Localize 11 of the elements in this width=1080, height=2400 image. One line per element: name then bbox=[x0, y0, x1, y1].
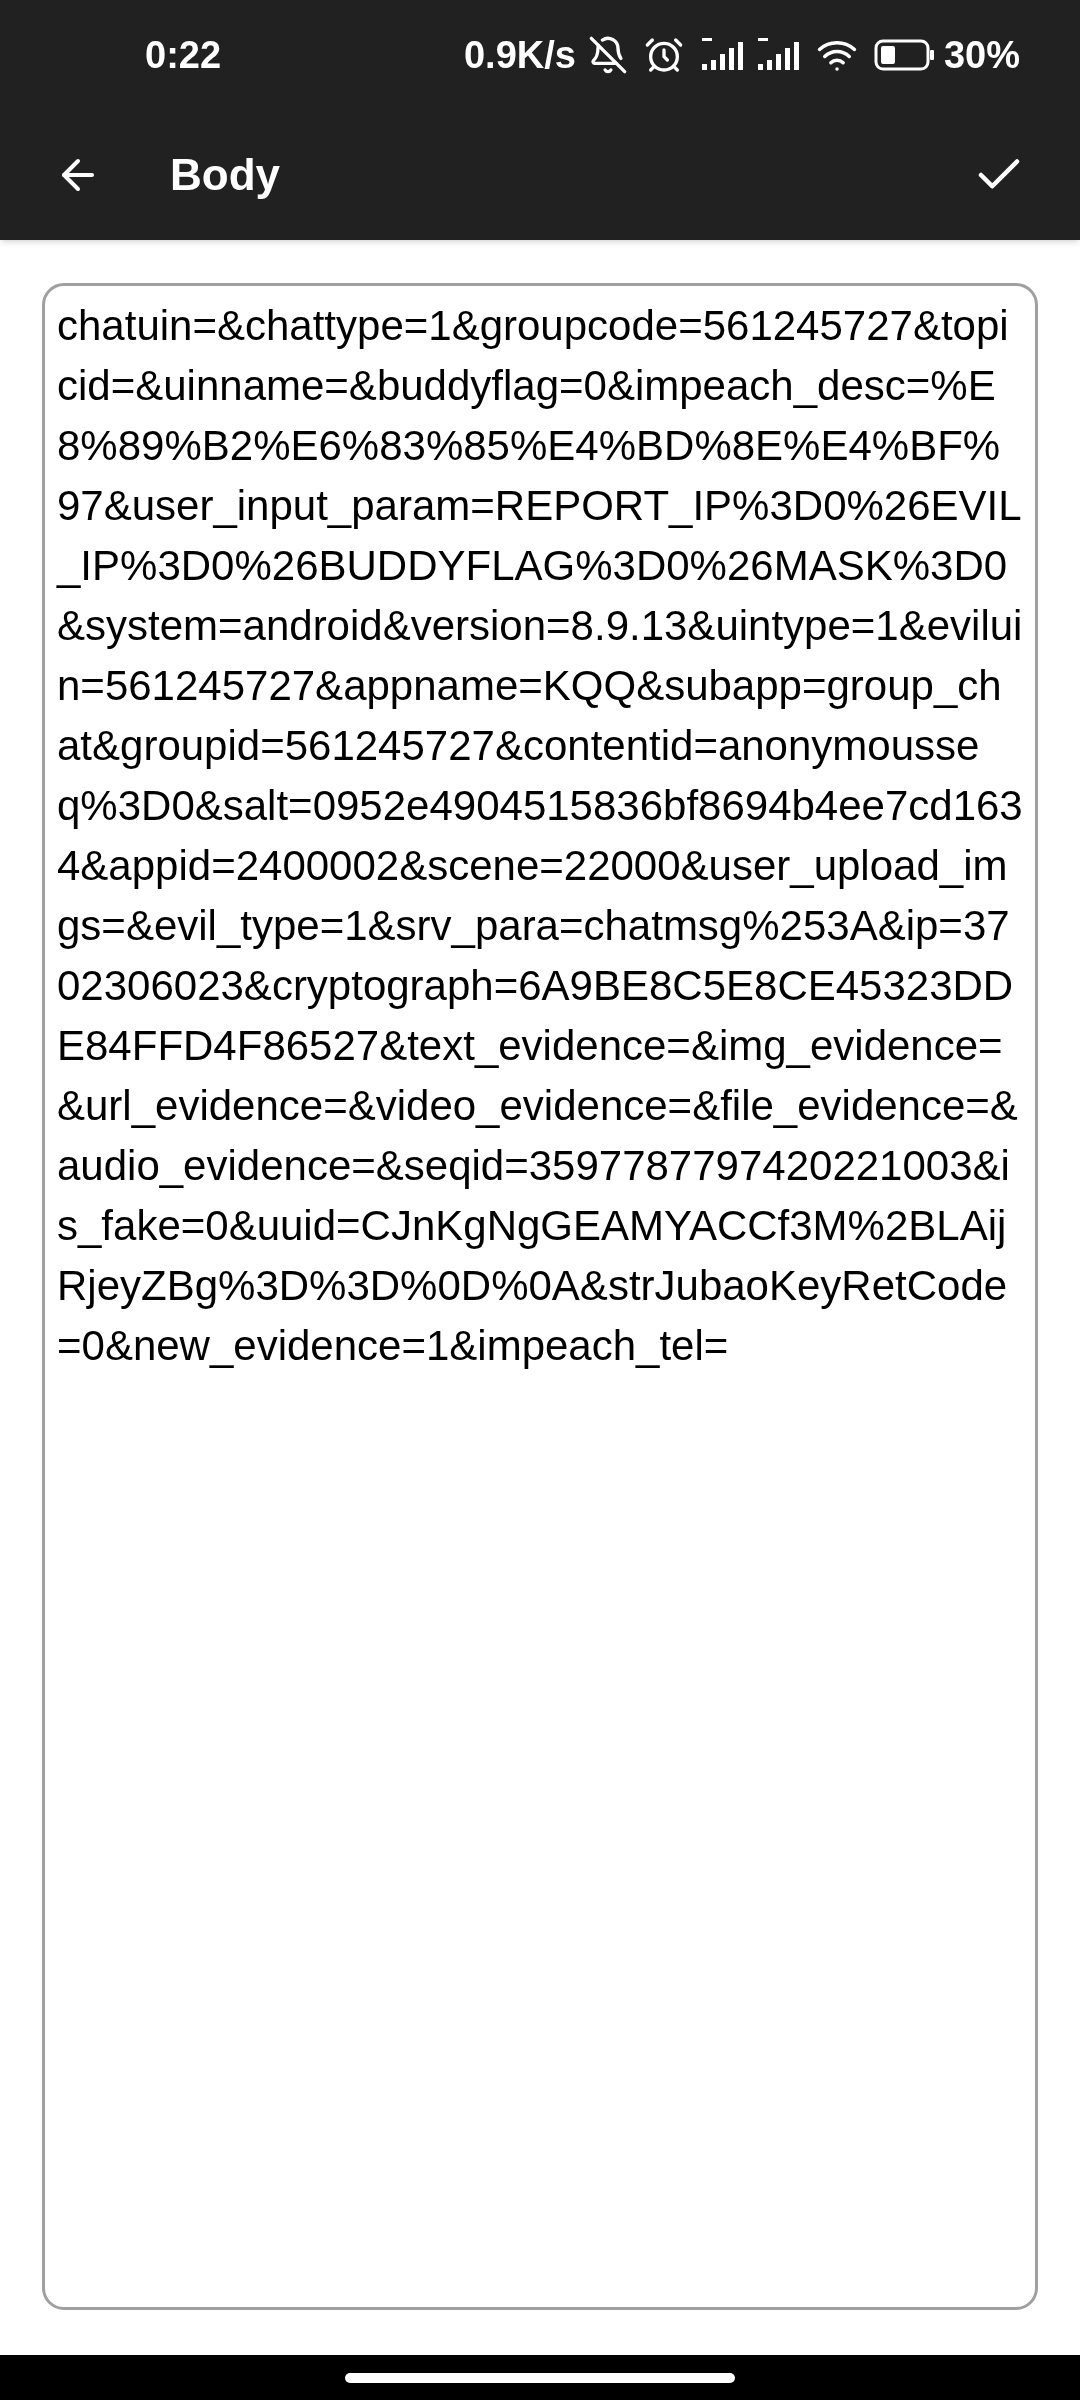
alarm-icon bbox=[643, 35, 684, 75]
battery-percent: 30% bbox=[943, 32, 1020, 78]
mute-icon bbox=[587, 35, 628, 75]
signal-icon bbox=[699, 38, 744, 72]
home-indicator[interactable] bbox=[345, 2372, 735, 2383]
body-field[interactable]: chatuin=&chattype=1&groupcode=561245727&topicid=&uinname=&buddyflag=0&impeach_desc=%E8%89%B2%E6%83%85%E4%BD%8E%E4%BF%97&user_input_param=REPORT_IP%3D0%26EVIL_IP%3D0%26BUDDYFLAG%3D0%26MASK%3D0&system=android&version=8.9.13&uintype=1&eviluin=561245727&appname=KQQ&subapp=group_chat&groupid=561245727&contentid=anonymousseq%3D0&salt=0952e4904515836bf8694b4ee7cd1634&appid=2400002&scene=22000&user_upload_imgs=&evil_type=1&srv_para=chatmsg%253A&ip=3702306023&cryptograph=6A9BE8C5E8CE45323DDE84FFD4F86527&text_evidence=&img_evidence=&url_evidence=&video_evidence=&file_evidence=&audio_evidence=&seqid=3597787797420221003&is_fake=0&uuid=CJnKgNgGEAMYACCf3M%2BLAijRjeyZBg%3D%3D%0D%0A&strJubaoKeyRetCode=0&new_evidence=1&impeach_tel= bbox=[42, 283, 1038, 2310]
status-time: 0:22 bbox=[145, 32, 222, 78]
battery-icon bbox=[873, 39, 936, 71]
signal-icon bbox=[755, 38, 800, 72]
page-title: Body bbox=[170, 149, 280, 201]
network-speed: 0.9K/s bbox=[463, 32, 576, 78]
